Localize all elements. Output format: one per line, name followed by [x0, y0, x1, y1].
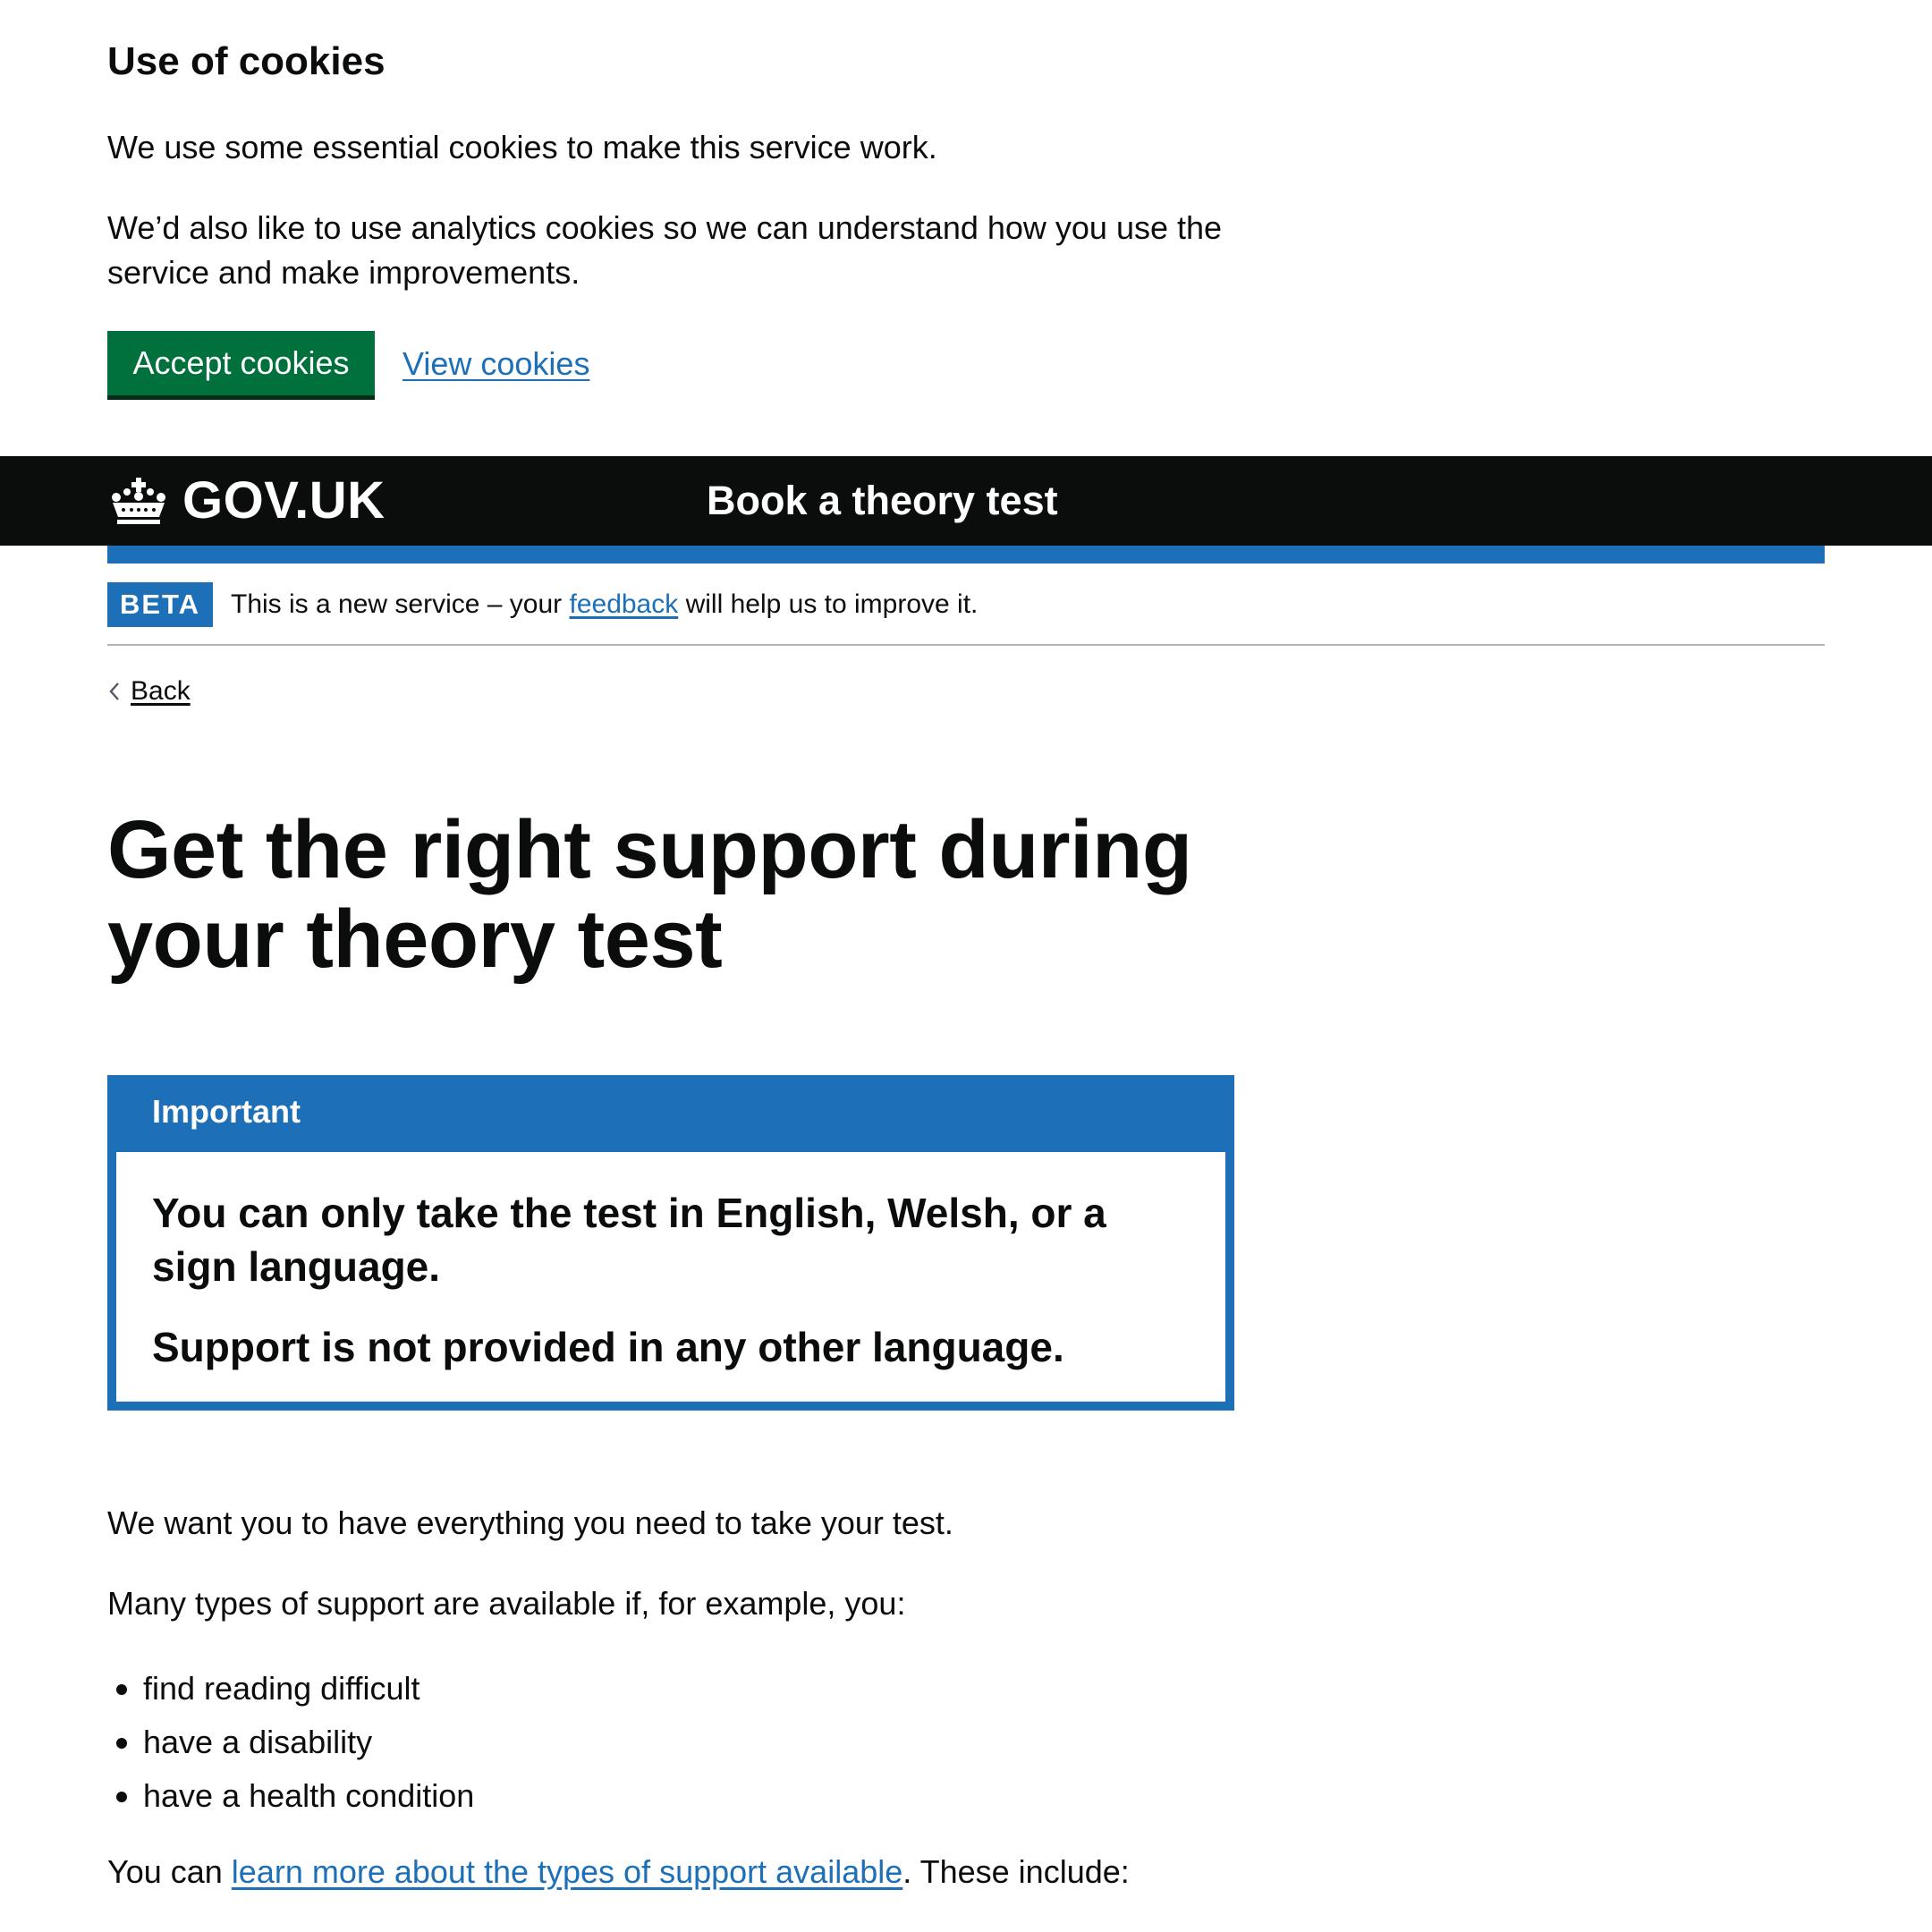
support-learn-more-text: You can learn more about the types of su… [107, 1850, 1130, 1894]
page: Use of cookies We use some essential coo… [0, 0, 1932, 1932]
view-cookies-link[interactable]: View cookies [402, 342, 589, 386]
service-name-link[interactable]: Book a theory test [707, 476, 1058, 526]
site-header: GOV.UK Book a theory test [0, 456, 1932, 546]
notification-title: Important [152, 1093, 301, 1130]
cookie-analytics-text: We’d also like to use analytics cookies … [107, 209, 1223, 291]
crown-icon [112, 478, 165, 524]
phase-text-after: will help us to improve it. [678, 589, 979, 619]
cookie-essential-text: We use some essential cookies to make th… [107, 129, 937, 165]
bullet-icon [116, 1738, 127, 1749]
header-blue-stripe [107, 546, 1825, 564]
list-item-label: find reading difficult [143, 1670, 420, 1707]
important-notification: Important You can only take the test in … [107, 1075, 1234, 1411]
feedback-link[interactable]: feedback [569, 589, 678, 619]
phase-banner-text: This is a new service – your feedback wi… [231, 582, 978, 627]
notification-content: You can only take the test in English, W… [116, 1152, 1225, 1402]
list-item: have a disability [107, 1716, 474, 1769]
list-item: have a health condition [107, 1769, 474, 1823]
list-item: find reading difficult [107, 1662, 474, 1716]
learn-more-suffix: . These include: [902, 1853, 1130, 1890]
learn-more-support-link[interactable]: learn more about the types of support av… [232, 1853, 902, 1890]
back-link[interactable]: Back [107, 669, 191, 714]
list-item-label: have a disability [143, 1724, 373, 1760]
learn-more-prefix: You can [107, 1853, 232, 1890]
bullet-icon [116, 1792, 127, 1802]
cookie-banner: Use of cookies We use some essential coo… [0, 0, 1932, 456]
govuk-logo-link[interactable]: GOV.UK [107, 472, 385, 530]
phase-banner: BETA This is a new service – your feedba… [107, 564, 1825, 646]
govuk-logo-text: GOV.UK [182, 471, 386, 530]
support-types-text: Many types of support are available if, … [107, 1585, 906, 1622]
notification-support-text: Support is not provided in any other lan… [152, 1324, 1064, 1370]
support-intro-text: We want you to have everything you need … [107, 1504, 953, 1541]
notification-language-text: You can only take the test in English, W… [152, 1190, 1106, 1290]
support-reasons-list: find reading difficult have a disability… [107, 1662, 474, 1823]
back-link-label: Back [131, 676, 191, 706]
bullet-icon [116, 1684, 127, 1695]
page-title: Get the right support during your theory… [107, 804, 1192, 985]
list-item-label: have a health condition [143, 1777, 475, 1814]
phase-text-before: This is a new service – your [231, 589, 570, 619]
accept-cookies-button[interactable]: Accept cookies [107, 331, 375, 395]
beta-tag: BETA [107, 582, 213, 627]
cookie-banner-title: Use of cookies [107, 39, 386, 83]
chevron-left-icon [109, 682, 119, 700]
